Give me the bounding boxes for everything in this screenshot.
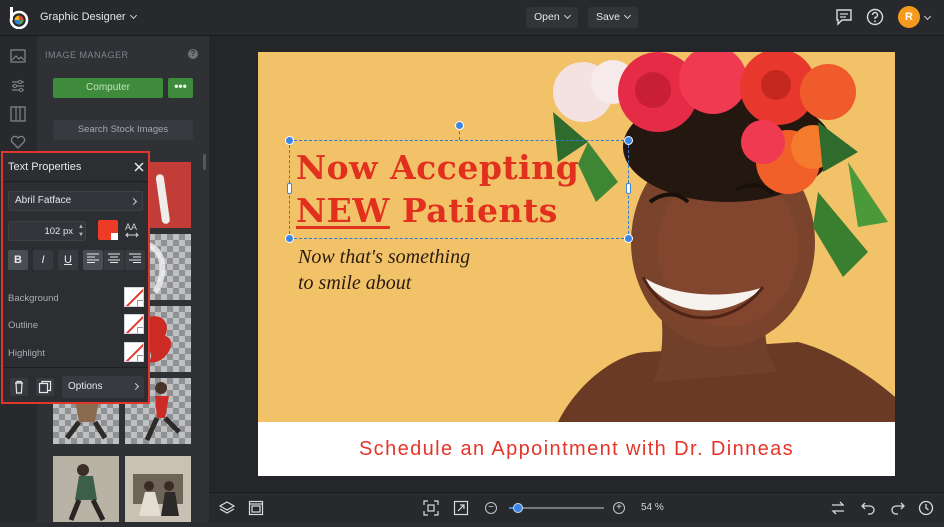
chevron-down-icon: [623, 11, 631, 20]
chevron-down-icon[interactable]: [923, 12, 932, 21]
canvas-stage: Now Accepting NEW Patients Now that's so…: [209, 36, 944, 492]
duplicate-icon: [38, 380, 52, 394]
open-menu-button[interactable]: Open: [526, 7, 578, 28]
text-properties-title: Text Properties: [8, 161, 82, 173]
avatar[interactable]: R: [898, 6, 920, 28]
zoom-out-button[interactable]: −: [485, 502, 497, 514]
delete-button[interactable]: [10, 378, 28, 396]
image-thumbnail[interactable]: [125, 456, 191, 522]
trash-icon: [15, 380, 23, 394]
background-label: Background: [8, 293, 59, 304]
chevron-down-icon: [129, 11, 137, 20]
fit-icon[interactable]: [423, 500, 439, 516]
panel-scrollbar[interactable]: [203, 154, 206, 170]
divider: [3, 181, 148, 182]
resize-handle-bottom-right[interactable]: [624, 234, 633, 243]
save-menu-button[interactable]: Save: [588, 7, 638, 28]
resize-handle-bottom-left[interactable]: [285, 234, 294, 243]
more-sources-button[interactable]: •••: [168, 78, 193, 98]
divider: [3, 367, 148, 368]
underline-button[interactable]: U: [58, 250, 78, 270]
frame-icon[interactable]: [248, 500, 264, 516]
align-right-icon: [129, 253, 141, 264]
help-icon[interactable]: [866, 8, 884, 26]
logo[interactable]: [9, 7, 29, 29]
layers-icon[interactable]: [219, 500, 235, 516]
layout-icon[interactable]: [10, 106, 26, 122]
align-left-icon: [87, 253, 99, 264]
upload-computer-button[interactable]: Computer: [53, 78, 163, 98]
image-thumbnail[interactable]: [53, 456, 119, 522]
options-label: Options: [68, 381, 103, 392]
help-icon[interactable]: ?: [188, 49, 198, 59]
font-size-input[interactable]: 102 px: [8, 221, 86, 241]
subheadline-text[interactable]: Now that's something to smile about: [298, 244, 470, 296]
swatch-corner: [137, 327, 143, 333]
history-icon[interactable]: [918, 500, 934, 516]
duplicate-button[interactable]: [36, 378, 54, 396]
panel-heading: IMAGE MANAGER: [45, 50, 129, 60]
resize-handle-right[interactable]: [626, 183, 631, 194]
heart-icon[interactable]: [10, 134, 26, 150]
highlight-label: Highlight: [8, 348, 45, 359]
rotate-handle[interactable]: [455, 121, 464, 130]
subheadline-line-1: Now that's something: [298, 246, 471, 268]
text-color-swatch[interactable]: [98, 220, 118, 240]
align-right-button[interactable]: [125, 250, 145, 270]
bold-button[interactable]: B: [8, 250, 28, 270]
font-family-value: Abril Fatface: [15, 195, 72, 206]
adjust-icon[interactable]: [10, 78, 26, 94]
chat-icon[interactable]: [835, 8, 853, 26]
font-family-select[interactable]: Abril Fatface: [8, 191, 143, 211]
letter-spacing-button[interactable]: AA: [125, 222, 139, 238]
align-center-icon: [108, 253, 120, 264]
zoom-slider-thumb[interactable]: [512, 503, 523, 513]
top-bar: Graphic Designer Open Save R: [0, 0, 944, 36]
resize-handle-top-left[interactable]: [285, 136, 294, 145]
undo-icon[interactable]: [860, 500, 876, 516]
align-left-button[interactable]: [83, 250, 103, 270]
align-center-button[interactable]: [104, 250, 124, 270]
swatch-corner: [137, 355, 143, 361]
app-title: Graphic Designer: [40, 11, 126, 23]
background-color-swatch[interactable]: [124, 287, 144, 307]
highlight-color-swatch[interactable]: [124, 342, 144, 362]
resize-handle-left[interactable]: [287, 183, 292, 194]
options-button[interactable]: Options: [62, 376, 144, 398]
outline-label: Outline: [8, 320, 39, 331]
app-menu[interactable]: Graphic Designer: [40, 11, 137, 23]
zoom-slider-track[interactable]: [509, 507, 604, 509]
swap-icon[interactable]: [830, 500, 846, 516]
expand-icon[interactable]: [453, 500, 469, 516]
italic-button[interactable]: I: [33, 250, 53, 270]
appointment-text[interactable]: Schedule an Appointment with Dr. Dinneas: [258, 438, 895, 461]
close-icon[interactable]: [133, 161, 145, 173]
chevron-right-icon: [131, 382, 140, 391]
resize-handle-top-right[interactable]: [624, 136, 633, 145]
search-stock-images-button[interactable]: Search Stock Images: [53, 120, 193, 140]
redo-icon[interactable]: [890, 500, 906, 516]
swatch-corner: [111, 233, 118, 240]
aa-label: AA: [125, 222, 138, 232]
design-canvas[interactable]: Now Accepting NEW Patients Now that's so…: [258, 52, 895, 476]
font-size-stepper[interactable]: ▲ ▼: [78, 223, 84, 239]
chevron-right-icon: [129, 197, 138, 206]
open-label: Open: [534, 11, 560, 23]
zoom-in-button[interactable]: +: [613, 502, 625, 514]
outline-color-swatch[interactable]: [124, 314, 144, 334]
text-properties-panel: Text Properties Abril Fatface 102 px ▲ ▼ …: [1, 151, 150, 404]
save-label: Save: [596, 11, 620, 23]
zoom-level: 54 %: [641, 502, 664, 513]
bottom-toolbar: − + 54 %: [209, 492, 944, 522]
subheadline-line-2: to smile about: [298, 272, 412, 294]
image-icon[interactable]: [10, 48, 26, 64]
text-selection-box[interactable]: [289, 140, 629, 239]
spacing-arrow-icon: [125, 232, 139, 238]
chevron-down-icon: [563, 11, 571, 20]
swatch-corner: [137, 300, 143, 306]
